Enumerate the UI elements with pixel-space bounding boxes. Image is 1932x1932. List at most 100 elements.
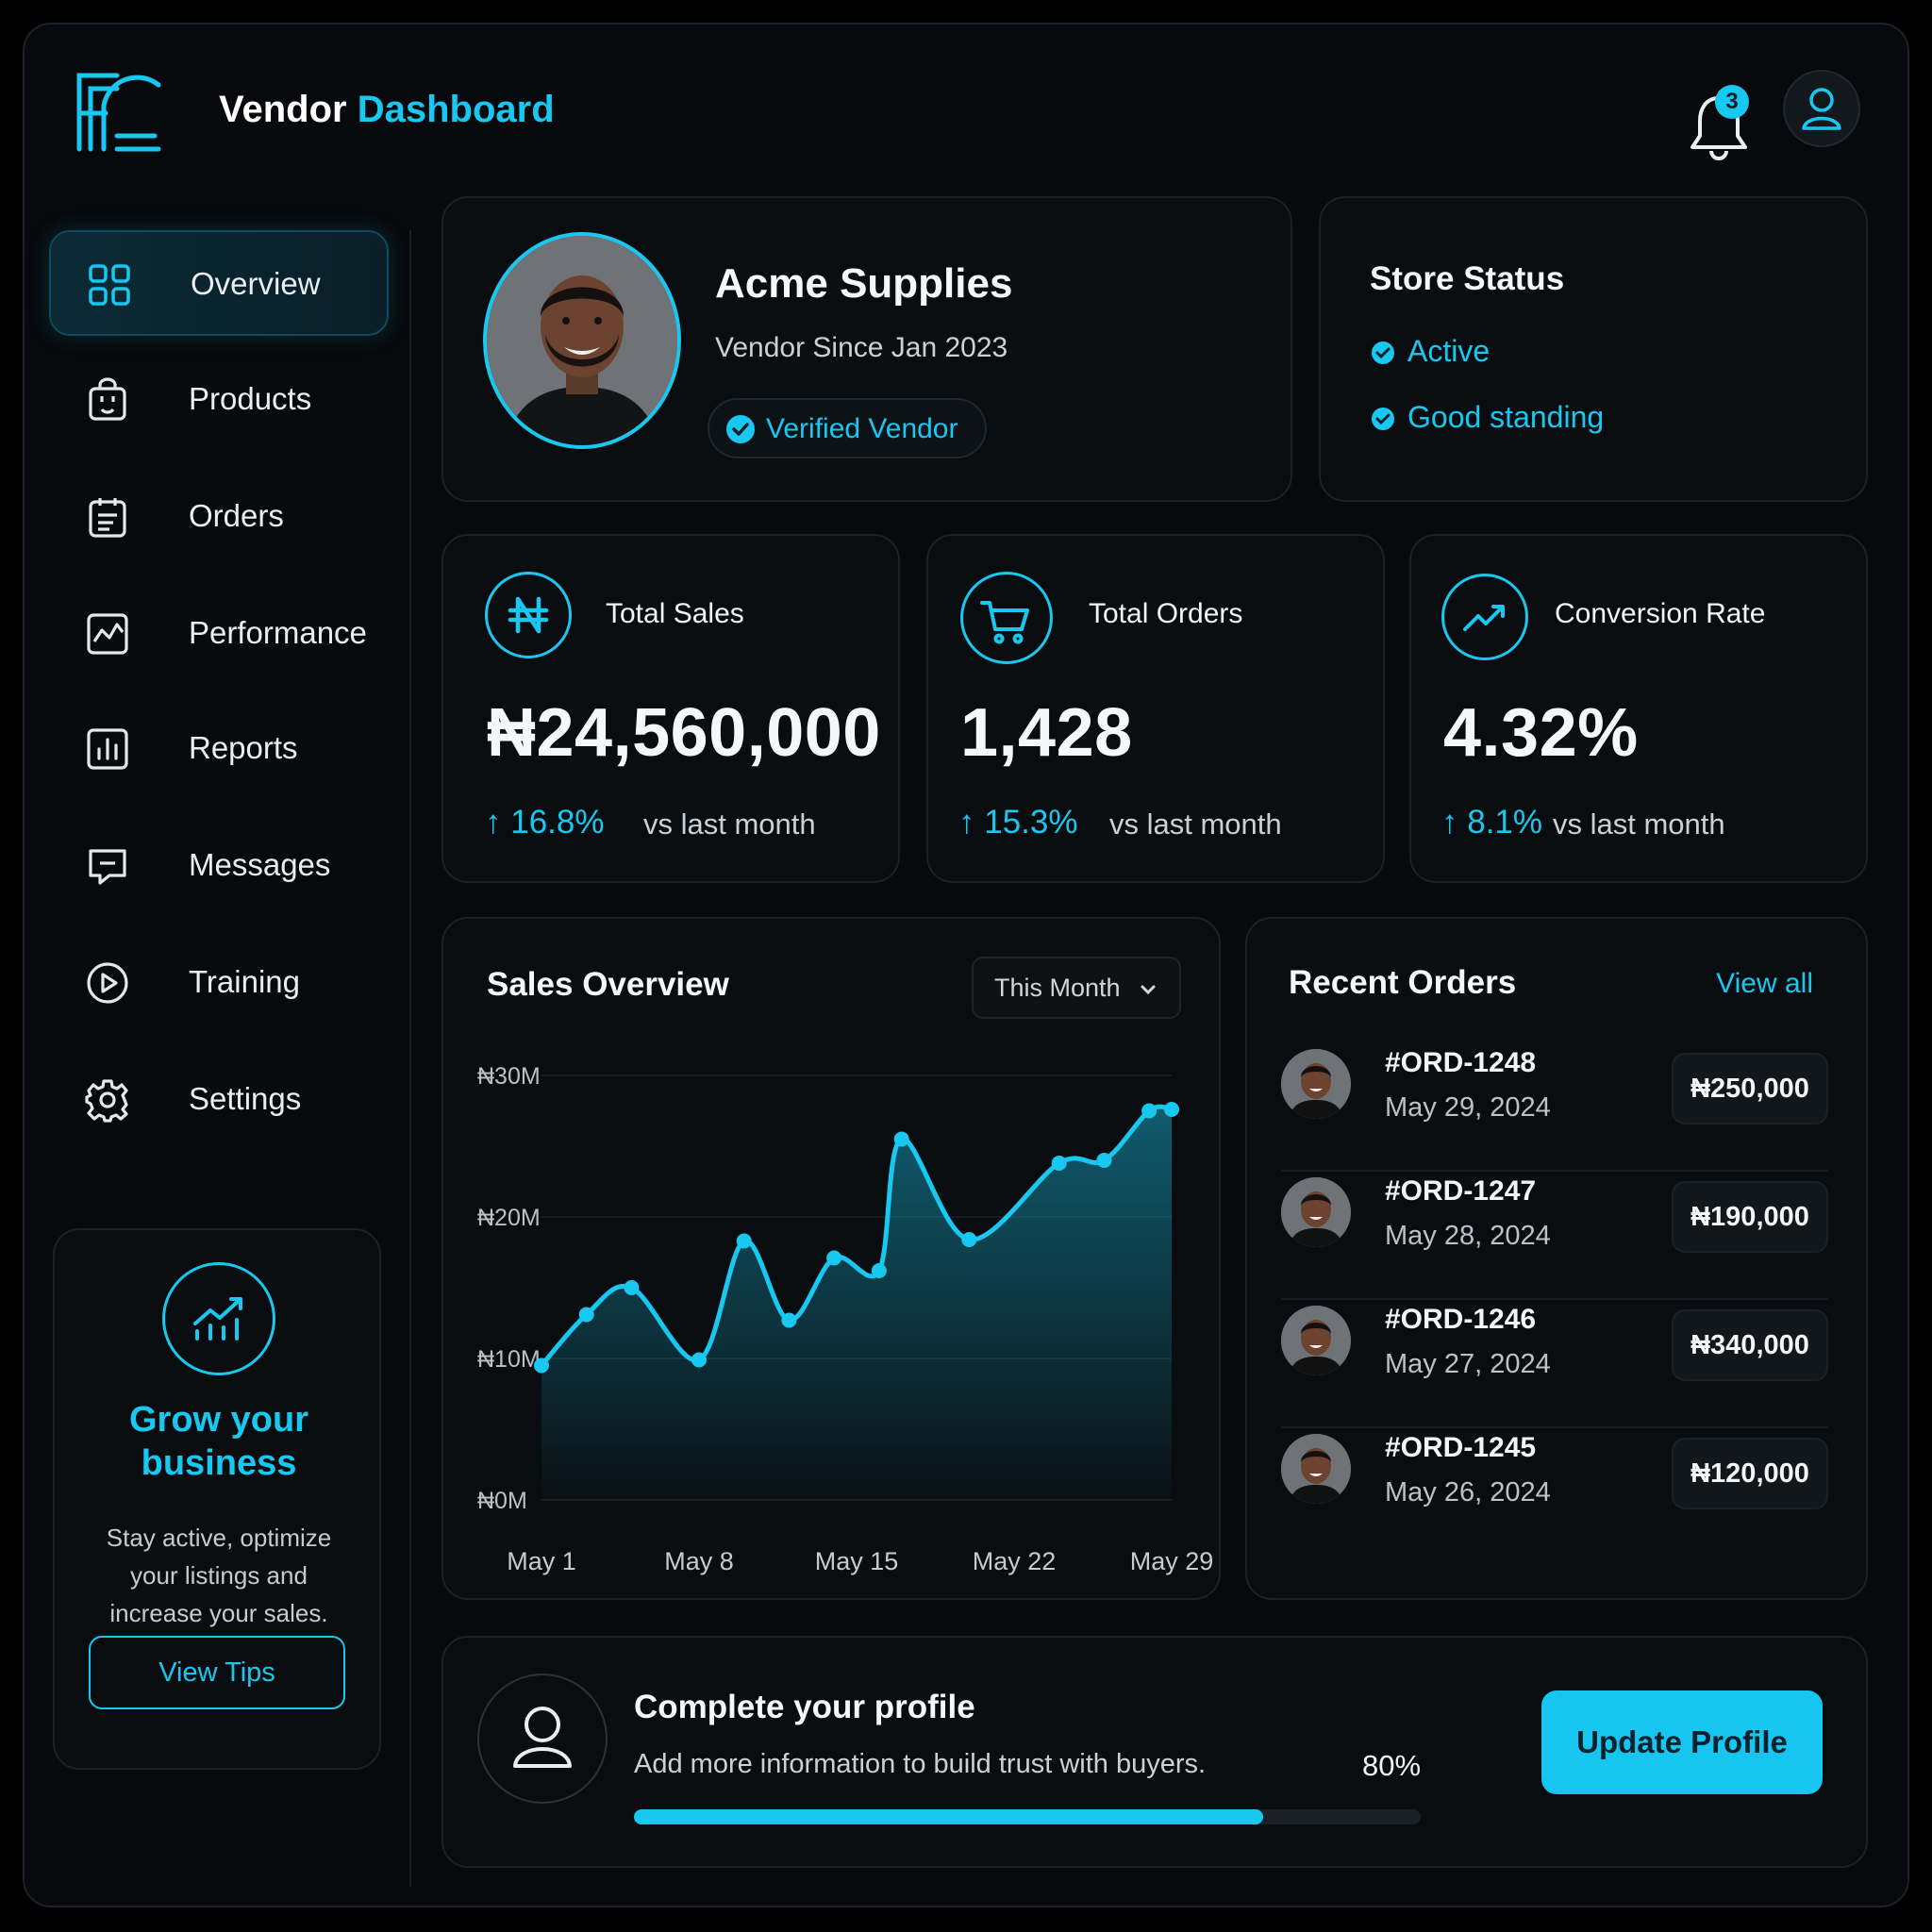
sidebar-item-performance[interactable]: Performance — [49, 581, 389, 687]
naira-icon — [485, 572, 572, 658]
y-tick-label: ₦10M — [477, 1346, 541, 1373]
arrow-up-icon: ↑ — [1441, 804, 1468, 841]
data-point[interactable] — [1051, 1156, 1067, 1171]
sidebar-item-products[interactable]: Products — [49, 347, 389, 453]
data-point[interactable] — [1164, 1102, 1179, 1117]
stat-comparison: vs last month — [643, 808, 816, 841]
vendor-avatar — [483, 232, 681, 449]
order-row[interactable]: #ORD-1247 May 28, 2024 ₦190,000 — [1281, 1172, 1828, 1300]
stat-title: Conversion Rate — [1555, 598, 1766, 629]
stat-title: Total Sales — [606, 598, 744, 629]
view-all-link[interactable]: View all — [1716, 968, 1813, 1000]
stat-delta-value: 15.3% — [984, 804, 1078, 841]
progress-percent: 80% — [1362, 1749, 1422, 1782]
sidebar-item-settings[interactable]: Settings — [49, 1047, 389, 1153]
order-date: May 26, 2024 — [1385, 1477, 1551, 1507]
data-point[interactable] — [826, 1250, 842, 1266]
sidebar-item-label: Overview — [191, 266, 321, 301]
grid-icon — [89, 264, 130, 306]
app-window: Vendor Dashboard 3 Overview Products Ord… — [23, 23, 1909, 1907]
x-tick-label: May 22 — [973, 1547, 1057, 1575]
recent-orders-title: Recent Orders — [1289, 964, 1517, 1001]
brand-logo[interactable] — [72, 66, 166, 157]
order-amount: ₦190,000 — [1672, 1181, 1828, 1253]
order-amount: ₦250,000 — [1672, 1053, 1828, 1124]
promo-text: Stay active, optimize your listings and … — [106, 1524, 332, 1627]
sales-chart: ₦30M ₦20M ₦10M ₦0M May 1 May 8 May 15 May 22 Ma… — [477, 1063, 1213, 1575]
stat-value: 4.32% — [1443, 695, 1639, 771]
order-row[interactable]: #ORD-1248 May 29, 2024 ₦250,000 — [1281, 1043, 1828, 1172]
user-icon — [1802, 88, 1841, 130]
stat-value: ₦24,560,000 — [487, 695, 881, 771]
trend-up-icon — [1441, 574, 1528, 660]
recent-orders-card: Recent Orders View all #ORD-1248 May 29,… — [1245, 917, 1868, 1600]
stat-value: 1,428 — [960, 695, 1133, 771]
view-tips-button[interactable]: View Tips — [89, 1636, 345, 1709]
vendor-profile-card: Acme Supplies Vendor Since Jan 2023 Veri… — [441, 196, 1292, 502]
data-point[interactable] — [871, 1263, 887, 1278]
stat-delta-value: 8.1% — [1467, 804, 1543, 841]
sidebar-item-label: Orders — [189, 498, 284, 533]
stat-delta-value: 16.8% — [510, 804, 605, 841]
sales-overview-card: Sales Overview This Month ₦30M ₦20M ₦10M ₦0… — [441, 917, 1221, 1600]
notification-bell-button[interactable]: 3 — [1681, 81, 1757, 166]
check-badge-icon — [726, 415, 755, 443]
promo-title: Grow your business — [128, 1400, 309, 1483]
customer-avatar — [1281, 1049, 1351, 1119]
sidebar-item-training[interactable]: Training — [49, 930, 389, 1036]
stat-card-total-orders: Total Orders 1,428 ↑ 15.3% vs last month — [926, 534, 1385, 883]
sidebar-item-label: Settings — [189, 1081, 302, 1116]
order-id: #ORD-1246 — [1385, 1304, 1537, 1335]
data-point[interactable] — [691, 1352, 707, 1368]
data-point[interactable] — [1141, 1103, 1158, 1119]
status-active-label: Active — [1407, 334, 1491, 368]
order-row[interactable]: #ORD-1245 May 26, 2024 ₦120,000 — [1281, 1428, 1828, 1557]
shopping-bag-icon — [89, 377, 126, 421]
order-amount: ₦340,000 — [1672, 1309, 1828, 1381]
sidebar-item-overview[interactable]: Overview — [49, 230, 389, 336]
check-circle-icon — [1372, 408, 1394, 430]
data-point[interactable] — [736, 1233, 752, 1249]
stat-comparison: vs last month — [1109, 808, 1282, 841]
store-status-card: Store Status Active Good standing — [1319, 196, 1868, 502]
data-point[interactable] — [534, 1357, 549, 1374]
sidebar-item-label: Reports — [189, 730, 298, 765]
user-icon — [513, 1707, 572, 1768]
customer-avatar — [1281, 1434, 1351, 1504]
sidebar-item-reports[interactable]: Reports — [49, 696, 389, 802]
vendor-name: Acme Supplies — [715, 260, 1013, 307]
order-row[interactable]: #ORD-1246 May 27, 2024 ₦340,000 — [1281, 1300, 1828, 1428]
stat-delta: ↑ 15.3% — [958, 804, 1077, 841]
vendor-since: Vendor Since Jan 2023 — [715, 332, 1008, 363]
order-id: #ORD-1245 — [1385, 1432, 1537, 1463]
profile-icon-circle — [477, 1674, 608, 1804]
growth-chart-icon — [162, 1262, 275, 1375]
x-tick-label: May 1 — [507, 1547, 576, 1575]
progress-track — [634, 1809, 1421, 1824]
order-amount: ₦120,000 — [1672, 1438, 1828, 1509]
stat-card-conversion-rate: Conversion Rate 4.32% ↑ 8.1% vs last mon… — [1409, 534, 1868, 883]
arrow-up-icon: ↑ — [958, 804, 985, 841]
data-point[interactable] — [624, 1280, 640, 1295]
update-profile-button[interactable]: Update Profile — [1541, 1690, 1823, 1794]
data-point[interactable] — [578, 1307, 594, 1323]
stat-card-total-sales: Total Sales ₦24,560,000 ↑ 16.8% vs last … — [441, 534, 900, 883]
stat-delta: ↑ 8.1% — [1441, 804, 1542, 841]
data-point[interactable] — [961, 1232, 977, 1247]
data-point[interactable] — [781, 1312, 797, 1328]
x-tick-label: May 15 — [815, 1547, 899, 1575]
order-id: #ORD-1248 — [1385, 1047, 1537, 1078]
verified-vendor-badge: Verified Vendor — [708, 398, 987, 458]
y-tick-label: ₦0M — [477, 1488, 527, 1514]
data-point[interactable] — [893, 1131, 909, 1147]
sidebar-item-messages[interactable]: Messages — [49, 813, 389, 919]
sidebar-item-label: Training — [189, 964, 300, 999]
user-avatar-button[interactable] — [1783, 70, 1860, 147]
data-point[interactable] — [1096, 1153, 1112, 1168]
y-tick-label: ₦30M — [477, 1063, 541, 1090]
sidebar-item-orders[interactable]: Orders — [49, 464, 389, 570]
title-dashboard: Dashboard — [357, 89, 555, 130]
line-chart-icon — [87, 613, 128, 655]
check-circle-icon — [1372, 341, 1394, 364]
clipboard-icon — [89, 498, 126, 538]
